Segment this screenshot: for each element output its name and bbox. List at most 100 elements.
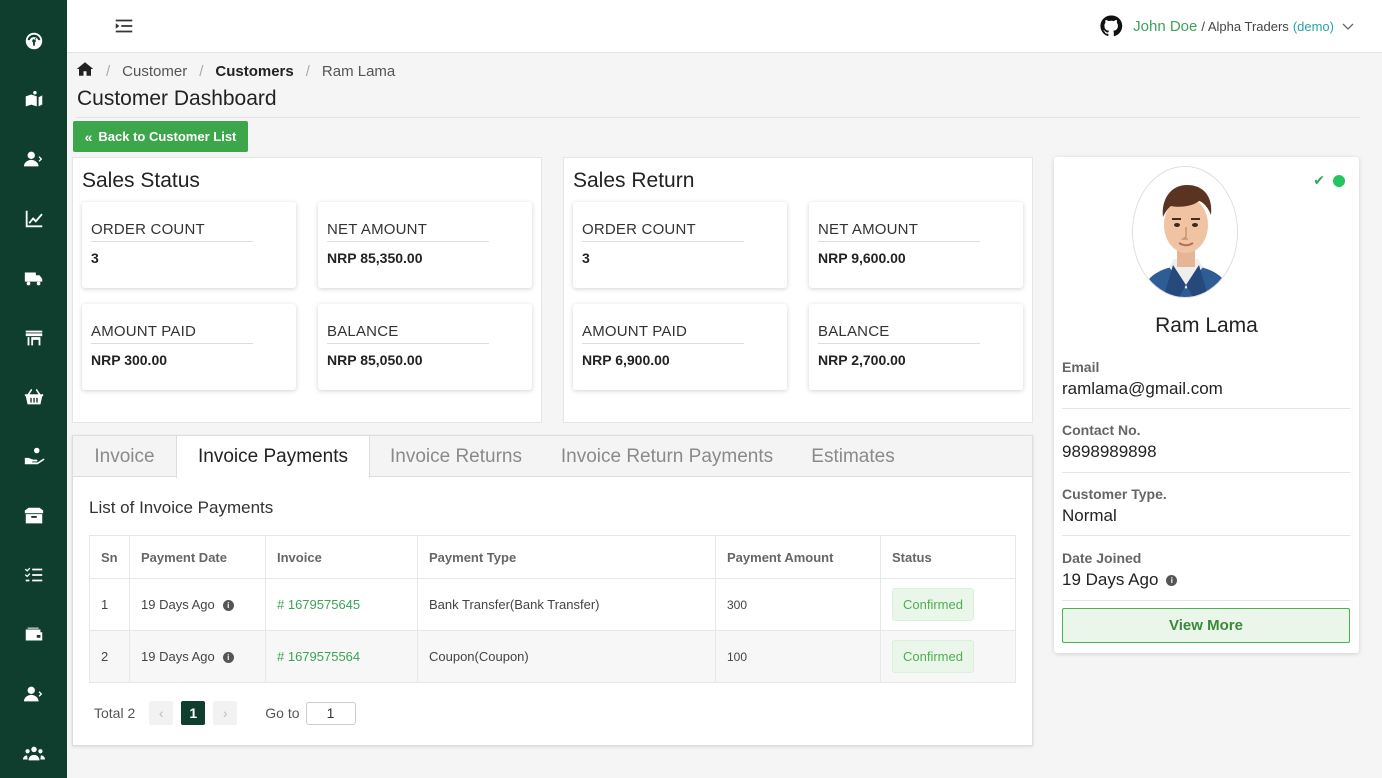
status-badge: Confirmed [892,640,974,673]
check-icon: ✔ [1313,172,1325,188]
return-net-amount-card: NET AMOUNT NRP 9,600.00 [809,202,1023,288]
user-name: John Doe [1133,17,1198,35]
dashboard-icon [25,32,42,50]
cell-payment-date: 19 Days Ago i [129,630,266,683]
sidebar-item-store[interactable] [0,318,67,358]
breadcrumb-current: Ram Lama [321,62,396,80]
divider [1062,600,1350,601]
book-icon [25,90,42,107]
amount-paid-card: AMOUNT PAID NRP 300.00 [82,304,296,390]
cell-payment-amount: 300 [715,578,881,631]
double-chevron-left-icon: « [84,128,93,145]
divider [327,241,489,242]
column-header-payment-date[interactable]: Payment Date [129,535,266,579]
balance-card: BALANCE NRP 85,050.00 [318,304,532,390]
menu-collapse-icon [115,19,133,33]
sidebar-item-purchases[interactable] [0,377,67,417]
sidebar-item-catalog[interactable] [0,80,67,120]
sidebar-item-tasks[interactable] [0,555,67,595]
customer-type-value: Normal [1062,506,1117,525]
info-icon[interactable]: i [222,652,234,664]
tab-invoice-return-payments[interactable]: Invoice Return Payments [542,436,792,477]
prev-page-button[interactable]: ‹ [149,701,174,725]
invoice-link[interactable]: # 1679575645 [277,597,360,612]
divider [1062,408,1350,409]
date-joined-value: 19 Days Ago [1062,570,1159,589]
contact-value: 9898989898 [1062,442,1157,461]
cell-payment-amount: 100 [715,630,881,683]
user-settings-icon [23,686,42,702]
info-icon[interactable]: i [222,600,234,612]
page-number-button[interactable]: 1 [181,701,206,725]
tab-invoice[interactable]: Invoice [73,436,176,477]
home-icon [76,62,94,76]
stat-label: BALANCE [327,323,399,340]
menu-toggle-button[interactable] [113,15,135,37]
page-title: Customer Dashboard [77,87,277,110]
table-row: 1 19 Days Ago i # 1679575645 Bank Transfe… [89,578,1016,631]
customer-type-field: Customer Type. Normal [1062,486,1350,526]
sidebar-item-dashboard[interactable] [0,21,67,61]
user-icon [23,151,42,167]
sidebar-item-inventory[interactable] [0,496,67,536]
tab-invoice-returns[interactable]: Invoice Returns [370,436,542,477]
status-badge: Confirmed [892,588,974,621]
column-header-invoice[interactable]: Invoice [265,535,418,579]
cell-sn: 2 [89,630,130,683]
info-icon[interactable]: i [1166,575,1178,587]
hand-coin-icon [24,447,44,465]
sales-return-panel: Sales Return ORDER COUNT 3 NET AMOUNT NR… [563,157,1033,423]
customer-type-label: Customer Type. [1062,486,1167,502]
breadcrumb-separator: / [305,62,310,80]
sidebar-item-team[interactable] [0,734,67,774]
return-order-count-card: ORDER COUNT 3 [573,202,787,288]
back-to-customer-list-button[interactable]: « Back to Customer List [73,121,248,152]
invoice-link[interactable]: # 1679575564 [277,649,360,664]
sidebar-item-shipping[interactable] [0,258,67,298]
view-more-button[interactable]: View More [1062,608,1350,643]
column-header-sn[interactable]: Sn [89,535,130,579]
customer-tabs-panel: Invoice Invoice Payments Invoice Returns… [72,435,1033,746]
order-count-card: ORDER COUNT 3 [82,202,296,288]
wallet-icon [25,627,42,641]
list-title: List of Invoice Payments [89,498,274,517]
column-header-payment-type[interactable]: Payment Type [417,535,716,579]
back-button-label: Back to Customer List [98,129,237,144]
breadcrumb-customer[interactable]: Customer [122,63,187,80]
tab-estimates[interactable]: Estimates [792,436,914,477]
divider [582,241,744,242]
tab-invoice-payments[interactable]: Invoice Payments [176,436,370,478]
column-header-payment-amount[interactable]: Payment Amount [715,535,881,579]
email-label: Email [1062,359,1100,375]
column-header-status[interactable]: Status [880,535,1016,579]
stat-label: ORDER COUNT [582,221,696,238]
github-icon [1100,15,1123,37]
return-balance-card: BALANCE NRP 2,700.00 [809,304,1023,390]
stat-value: NRP 2,700.00 [818,352,906,368]
divider [818,241,980,242]
stat-label: AMOUNT PAID [582,323,687,340]
user-menu[interactable]: John Doe / Alpha Traders (demo) [1099,14,1354,38]
cell-status: Confirmed [880,630,1016,683]
stat-value: NRP 9,600.00 [818,250,906,266]
divider [1062,472,1350,473]
cell-sn: 1 [89,578,130,631]
home-link[interactable] [76,60,94,82]
breadcrumb-separator: / [106,62,111,80]
email-value: ramlama@gmail.com [1062,379,1223,398]
online-status-dot [1333,174,1345,187]
sidebar-item-user-settings[interactable] [0,674,67,714]
demo-badge: (demo) [1292,18,1334,34]
sidebar-item-wallet[interactable] [0,615,67,655]
next-page-button[interactable]: › [213,701,238,725]
pagination: Total 2 ‹ 1 › Go to [94,701,356,725]
sidebar-item-reports[interactable] [0,199,67,239]
goto-page-input[interactable] [305,701,356,725]
breadcrumb-customers[interactable]: Customers [215,63,293,80]
table-row: 2 19 Days Ago i # 1679575564 Coupon(Coupo… [89,630,1016,683]
stat-label: BALANCE [818,323,890,340]
stat-label: AMOUNT PAID [91,323,196,340]
sidebar-item-customers[interactable] [0,139,67,179]
sidebar-item-payments[interactable] [0,436,67,476]
divider [818,343,980,344]
